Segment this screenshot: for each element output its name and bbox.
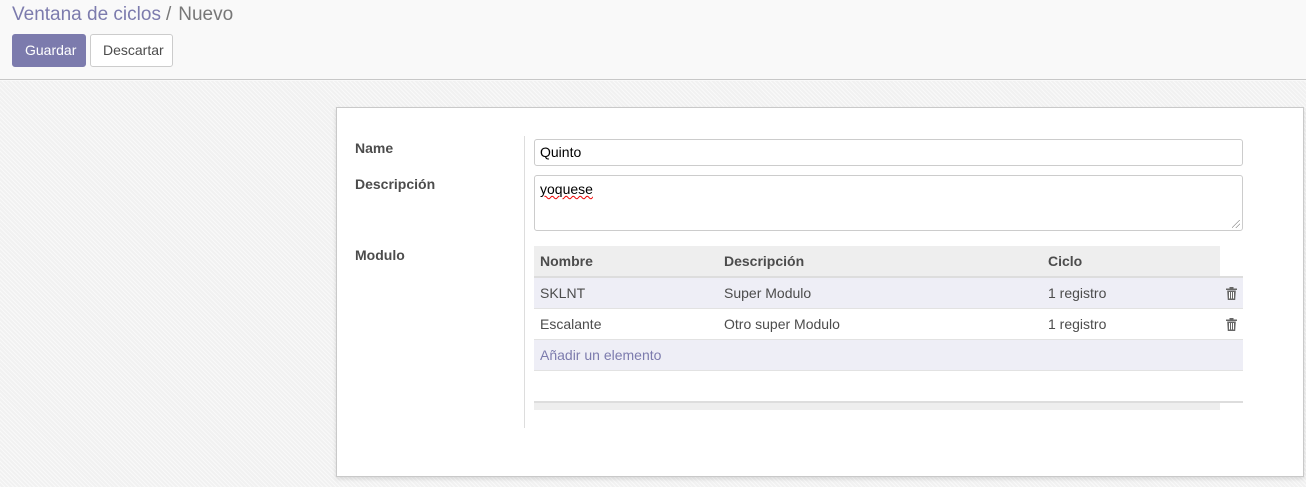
cell-nombre[interactable]: Escalante xyxy=(534,308,718,340)
form-sheet: Name Descripción Modulo Quinto yoquese N… xyxy=(336,107,1304,477)
save-button[interactable]: Guardar xyxy=(12,34,86,67)
modulo-table: Nombre Descripción Ciclo SKLNT Super Mod… xyxy=(534,246,1243,401)
column-header-nombre[interactable]: Nombre xyxy=(534,246,718,278)
add-line-row[interactable]: Añadir un elemento xyxy=(534,339,1243,371)
cell-descripcion[interactable]: Otro super Modulo xyxy=(718,308,1042,340)
breadcrumb-separator: / xyxy=(165,4,172,25)
description-text: yoquese xyxy=(540,181,593,197)
control-panel: Ventana de ciclos / Nuevo Guardar Descarta… xyxy=(0,0,1306,80)
table-header-row: Nombre Descripción Ciclo xyxy=(534,246,1243,278)
label-divider xyxy=(524,136,525,428)
name-label: Name xyxy=(355,140,394,156)
cell-nombre[interactable]: SKLNT xyxy=(534,277,718,309)
cell-ciclo[interactable]: 1 registro xyxy=(1042,277,1220,309)
discard-button[interactable]: Descartar xyxy=(90,34,173,67)
delete-cell xyxy=(1220,277,1243,309)
column-header-ciclo[interactable]: Ciclo xyxy=(1042,246,1220,278)
empty-cell xyxy=(534,370,1243,401)
modulo-label: Modulo xyxy=(355,247,405,263)
cell-ciclo[interactable]: 1 registro xyxy=(1042,308,1220,340)
column-header-descripcion[interactable]: Descripción xyxy=(718,246,1042,278)
trash-icon[interactable] xyxy=(1226,286,1237,300)
table-footer xyxy=(534,403,1220,410)
column-header-actions xyxy=(1220,246,1243,278)
breadcrumb-current: Nuevo xyxy=(178,4,234,25)
cell-descripcion[interactable]: Super Modulo xyxy=(718,277,1042,309)
breadcrumb-parent-link[interactable]: Ventana de ciclos xyxy=(12,4,161,25)
empty-row xyxy=(534,370,1243,401)
description-textarea[interactable]: yoquese xyxy=(534,175,1243,231)
add-line-link[interactable]: Añadir un elemento xyxy=(534,339,1243,371)
trash-icon[interactable] xyxy=(1226,317,1237,331)
table-row[interactable]: SKLNT Super Modulo 1 registro xyxy=(534,277,1243,309)
table-row[interactable]: Escalante Otro super Modulo 1 registro xyxy=(534,308,1243,340)
delete-cell xyxy=(1220,308,1243,340)
breadcrumb: Ventana de ciclos / Nuevo xyxy=(12,3,233,27)
description-label: Descripción xyxy=(355,176,436,192)
resize-handle-icon[interactable] xyxy=(1232,220,1240,228)
name-input[interactable]: Quinto xyxy=(534,139,1243,166)
